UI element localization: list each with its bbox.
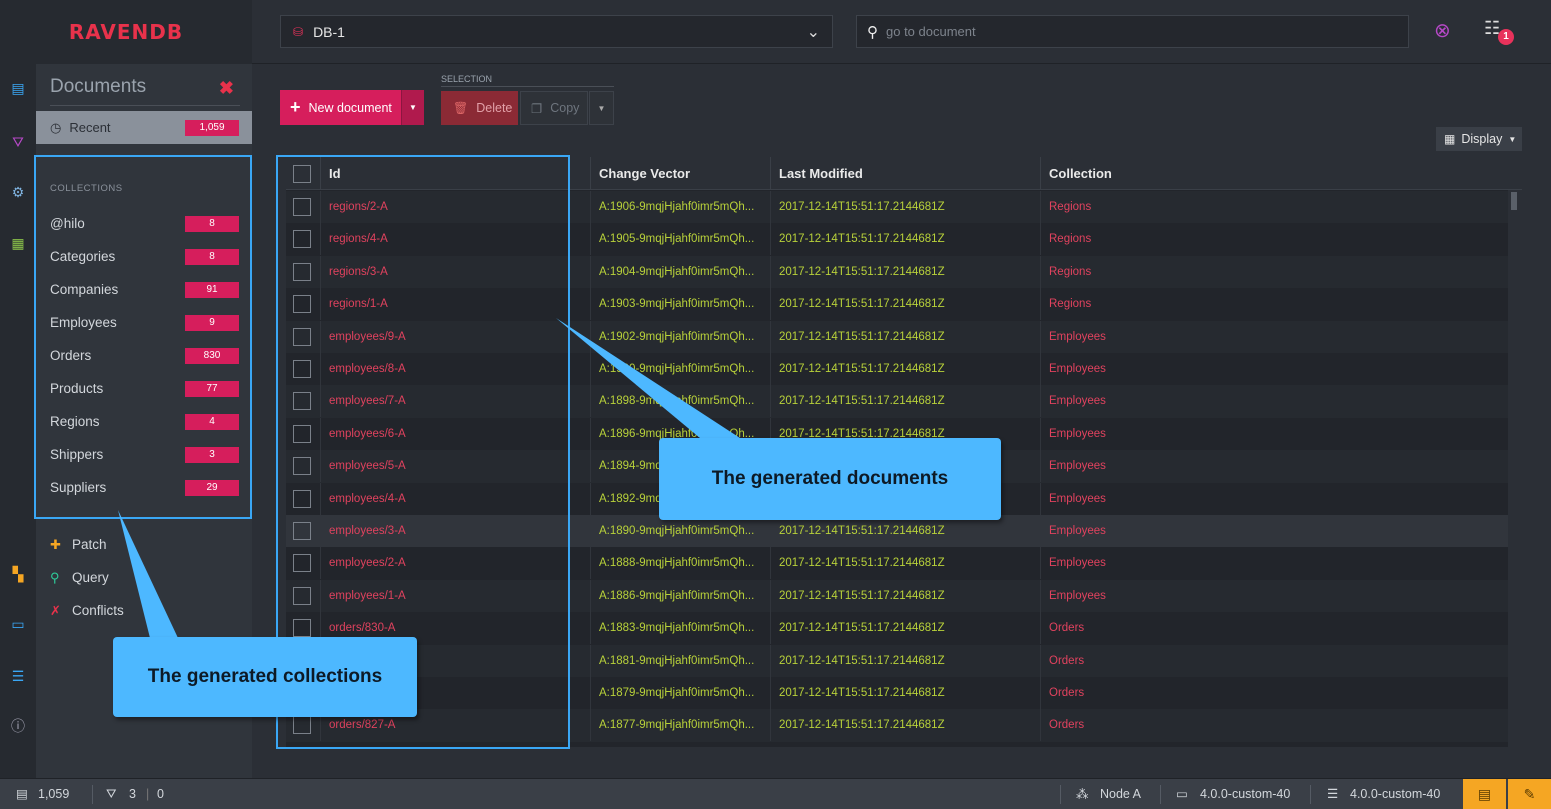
documents-callout-pointer <box>556 318 740 438</box>
status-bar: ▤ 1,059 ⛛ 3 | 0 ⁂ Node A ▭ 4.0.0-custom-… <box>0 778 1551 809</box>
indexes-count[interactable]: 3 <box>129 779 136 809</box>
docs-icon: ▤ <box>16 787 28 801</box>
indexes-footer-icon: ⛛ <box>106 787 117 801</box>
footer-separator <box>1310 785 1311 804</box>
node-label[interactable]: Node A <box>1100 779 1141 809</box>
footer-separator <box>1060 785 1061 804</box>
footer-pipe: | <box>146 787 150 801</box>
monitor-icon: ▭ <box>1176 787 1188 801</box>
collections-callout-pointer <box>118 510 178 638</box>
footer-separator <box>1160 785 1161 804</box>
client-version[interactable]: 4.0.0-custom-40 <box>1200 779 1290 809</box>
wrench-icon[interactable]: ✎ <box>1508 779 1551 809</box>
footer-separator <box>92 785 93 804</box>
server-version-icon: ☰ <box>1327 787 1339 801</box>
docs-count[interactable]: 1,059 <box>38 779 69 809</box>
documents-callout: The generated documents <box>659 438 1001 520</box>
cluster-icon: ⁂ <box>1076 787 1089 801</box>
server-version[interactable]: 4.0.0-custom-40 <box>1350 779 1440 809</box>
errors-count[interactable]: 0 <box>157 779 164 809</box>
document-icon[interactable]: ▤ <box>1463 779 1506 809</box>
collections-callout: The generated collections <box>113 637 417 717</box>
